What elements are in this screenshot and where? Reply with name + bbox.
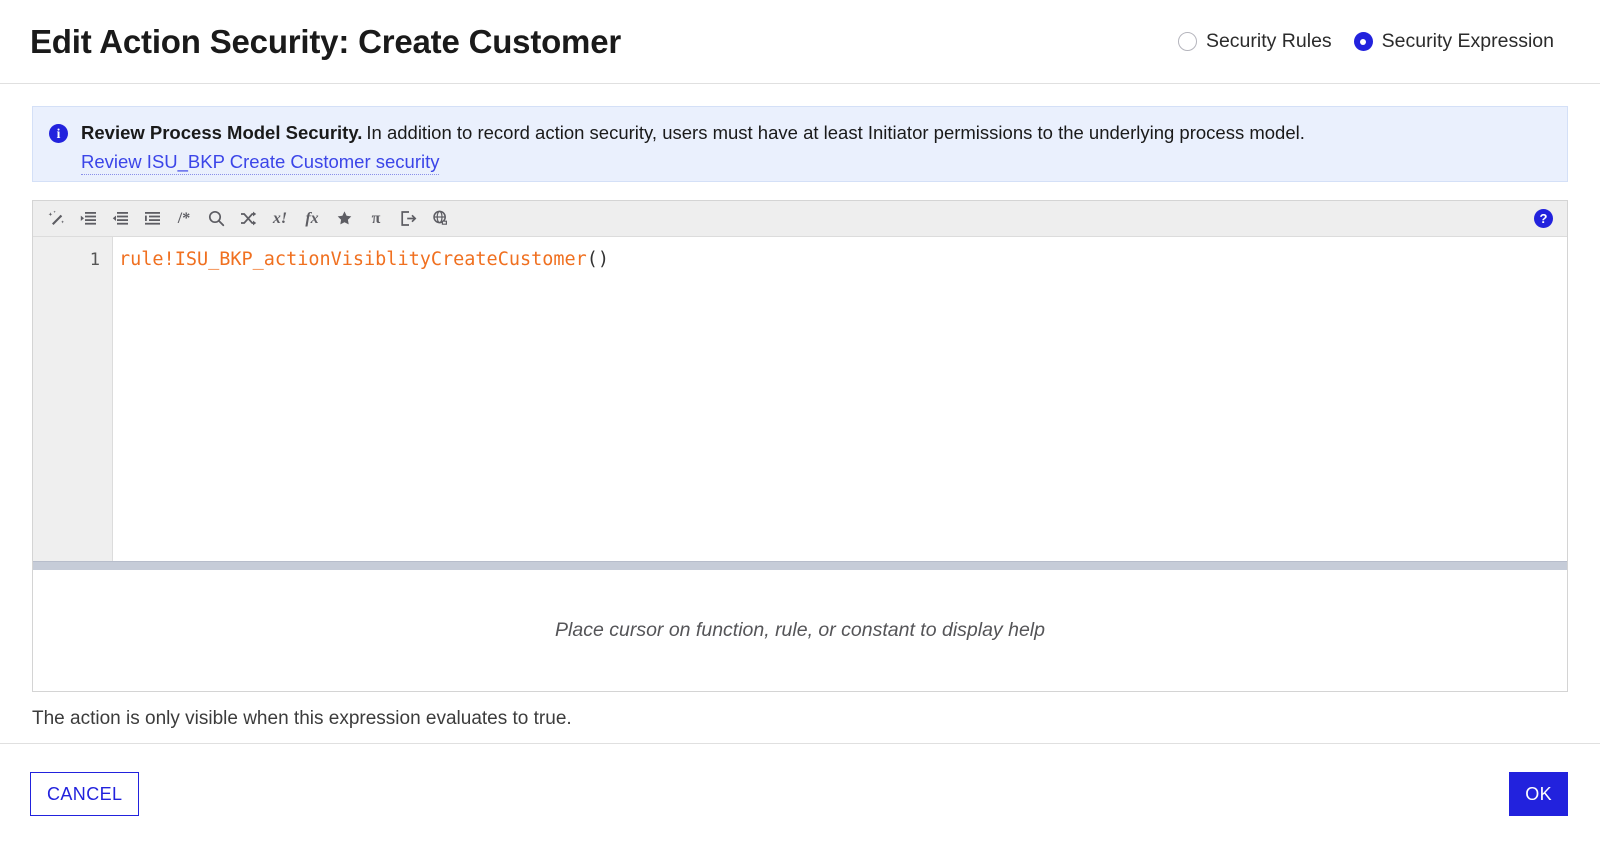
dialog-body: i Review Process Model Security. In addit… (0, 84, 1600, 743)
indent-icon[interactable] (105, 205, 135, 233)
ok-button[interactable]: OK (1509, 772, 1568, 816)
edit-action-security-dialog: Edit Action Security: Create Customer Se… (0, 0, 1600, 844)
banner-content: Review Process Model Security. In additio… (81, 121, 1549, 175)
outdent-icon[interactable] (73, 205, 103, 233)
pi-icon[interactable]: π (361, 205, 391, 233)
dialog-footer: CANCEL OK (0, 743, 1600, 844)
radio-label-security-rules: Security Rules (1205, 30, 1332, 52)
page-title: Edit Action Security: Create Customer (30, 22, 621, 60)
comment-glyph: /* (177, 209, 191, 227)
info-icon: i (49, 124, 68, 143)
security-mode-radio-group: Security Rules Security Expression (1177, 30, 1568, 53)
banner-text-line: Review Process Model Security. In additio… (81, 121, 1549, 146)
editor-caption: The action is only visible when this exp… (32, 708, 572, 729)
cancel-button[interactable]: CANCEL (30, 772, 140, 816)
magic-wand-icon[interactable] (41, 205, 71, 233)
comment-icon[interactable]: /* (169, 205, 199, 233)
shuffle-icon[interactable] (233, 205, 263, 233)
radio-option-security-rules[interactable]: Security Rules (1177, 30, 1332, 53)
line-number-gutter: 1 (33, 237, 113, 561)
export-icon[interactable] (393, 205, 423, 233)
code-input[interactable]: rule!ISU_BKP_actionVisiblityCreateCustom… (113, 237, 1567, 561)
function-glyph: fx (305, 209, 319, 227)
code-editor-area[interactable]: 1 rule!ISU_BKP_actionVisiblityCreateCust… (33, 237, 1567, 561)
star-icon[interactable] (329, 205, 359, 233)
align-lines-icon[interactable] (137, 205, 167, 233)
code-rule-token: rule!ISU_BKP_actionVisiblityCreateCustom… (119, 249, 587, 270)
dialog-header: Edit Action Security: Create Customer Se… (0, 0, 1600, 84)
globe-icon[interactable] (425, 205, 455, 233)
radio-option-security-expression[interactable]: Security Expression (1353, 30, 1554, 53)
banner-strong-text: Review Process Model Security. (81, 122, 363, 143)
editor-toolbar: /* x! fx π ? (33, 201, 1567, 237)
radio-mark-security-expression[interactable] (1353, 32, 1373, 51)
toolbar-icon-group: /* x! fx π (41, 205, 455, 233)
editor-help-panel: Place cursor on function, rule, or const… (33, 570, 1567, 691)
radio-label-security-expression: Security Expression (1381, 30, 1554, 52)
radio-mark-security-rules[interactable] (1177, 32, 1197, 51)
variable-glyph: x! (272, 209, 288, 227)
code-parens-token: () (586, 249, 610, 270)
banner-body-text: In addition to record action security, u… (366, 122, 1305, 143)
search-icon[interactable] (201, 205, 231, 233)
editor-splitter-handle[interactable] (33, 561, 1567, 570)
pi-glyph: π (371, 209, 381, 227)
process-model-security-banner: i Review Process Model Security. In addit… (32, 106, 1568, 182)
help-placeholder-text: Place cursor on function, rule, or const… (555, 619, 1045, 641)
variable-icon[interactable]: x! (265, 205, 295, 233)
editor-help-icon[interactable]: ? (1534, 209, 1553, 228)
review-security-link[interactable]: Review ISU_BKP Create Customer security (81, 151, 440, 175)
function-icon[interactable]: fx (297, 205, 327, 233)
expression-editor: /* x! fx π ? 1 rule!ISU_BKP_actionVisibl… (32, 200, 1568, 692)
line-number: 1 (89, 250, 100, 270)
